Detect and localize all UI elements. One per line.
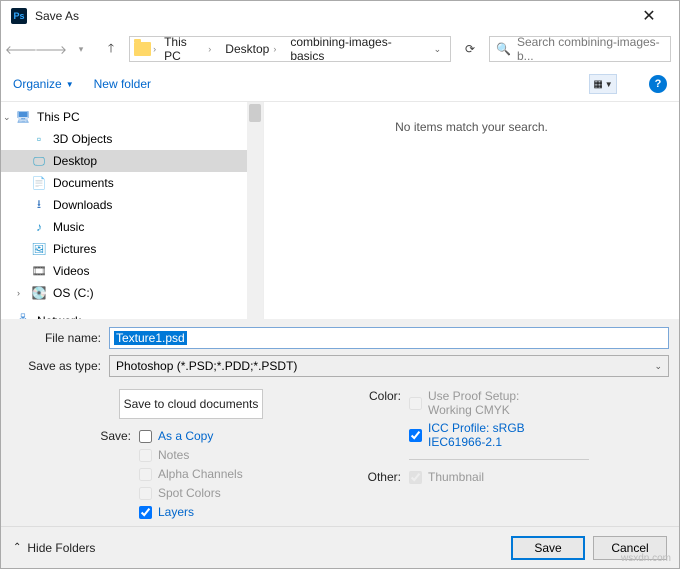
tree-scrollbar[interactable]: [247, 102, 263, 319]
color-label: Color:: [363, 389, 409, 449]
crumb-desktop[interactable]: Desktop›: [219, 37, 282, 61]
tree-osc[interactable]: ›💽OS (C:): [1, 282, 263, 304]
forward-button[interactable]: 🡒: [39, 37, 63, 61]
tree-desktop[interactable]: 🖵Desktop: [1, 150, 263, 172]
window-title: Save As: [35, 9, 629, 23]
save-button[interactable]: Save: [511, 536, 585, 560]
documents-icon: 📄: [31, 175, 47, 191]
search-placeholder: Search combining-images-b...: [517, 35, 664, 63]
folder-tree[interactable]: ⌄🖥This PC ▫3D Objects 🖵Desktop 📄Document…: [1, 102, 263, 319]
type-label: Save as type:: [11, 359, 109, 373]
chevron-right-icon: ›: [3, 316, 6, 319]
tree-documents[interactable]: 📄Documents: [1, 172, 263, 194]
divider: [409, 459, 589, 460]
icc-checkbox[interactable]: ICC Profile: sRGBIEC61966-2.1: [409, 421, 525, 449]
tree-3dobjects[interactable]: ▫3D Objects: [1, 128, 263, 150]
music-icon: ♪: [31, 219, 47, 235]
organize-button[interactable]: Organize▼: [13, 77, 74, 91]
empty-message: No items match your search.: [395, 120, 548, 134]
scrollbar-thumb[interactable]: [249, 104, 261, 122]
help-button[interactable]: ?: [649, 75, 667, 93]
crumb-folder[interactable]: combining-images-basics: [284, 37, 425, 61]
watermark: wsxdn.com: [621, 553, 671, 564]
notes-checkbox[interactable]: Notes: [139, 448, 243, 462]
ascopy-checkbox[interactable]: As a Copy: [139, 429, 243, 443]
tree-music[interactable]: ♪Music: [1, 216, 263, 238]
refresh-button[interactable]: ⟳: [457, 36, 483, 62]
proof-checkbox[interactable]: Use Proof Setup:Working CMYK: [409, 389, 525, 417]
chevron-down-icon: ⌄: [654, 361, 662, 372]
spot-checkbox[interactable]: Spot Colors: [139, 486, 243, 500]
filename-input[interactable]: Texture1.psd: [109, 327, 669, 349]
close-icon[interactable]: ✕: [629, 6, 669, 26]
filename-label: File name:: [11, 331, 109, 345]
tree-downloads[interactable]: ⭳Downloads: [1, 194, 263, 216]
save-cloud-button[interactable]: Save to cloud documents: [119, 389, 263, 419]
photoshop-icon: Ps: [11, 8, 27, 24]
caret-down-icon: ▼: [605, 80, 613, 89]
chevron-down-icon: ⌄: [3, 112, 11, 123]
up-button[interactable]: 🡑: [99, 37, 123, 61]
network-icon: 🖧: [15, 313, 31, 319]
3d-icon: ▫: [31, 131, 47, 147]
back-button[interactable]: 🡐: [9, 37, 33, 61]
other-label: Other:: [363, 470, 409, 484]
caret-down-icon: ▼: [66, 80, 74, 89]
address-dropdown[interactable]: ⌄: [429, 44, 446, 55]
folder-icon: [134, 42, 151, 56]
save-options-label: Save:: [11, 429, 139, 519]
thumbnail-checkbox[interactable]: Thumbnail: [409, 470, 484, 484]
file-list[interactable]: No items match your search.: [263, 102, 679, 319]
view-button[interactable]: ▦▼: [589, 74, 617, 94]
address-bar[interactable]: › This PC› Desktop› combining-images-bas…: [129, 36, 451, 62]
hide-folders-button[interactable]: ⌃Hide Folders: [13, 541, 95, 555]
search-icon: 🔍: [496, 42, 511, 56]
pictures-icon: 🖼: [31, 241, 47, 257]
crumb-thispc[interactable]: This PC›: [158, 37, 217, 61]
disk-icon: 💽: [31, 285, 47, 301]
tree-videos[interactable]: 🎞Videos: [1, 260, 263, 282]
alpha-checkbox[interactable]: Alpha Channels: [139, 467, 243, 481]
search-input[interactable]: 🔍 Search combining-images-b...: [489, 36, 671, 62]
videos-icon: 🎞: [31, 263, 47, 279]
desktop-icon: 🖵: [31, 153, 47, 169]
layers-checkbox[interactable]: Layers: [139, 505, 243, 519]
view-icon: ▦: [593, 79, 602, 90]
chevron-right-icon: ›: [17, 288, 20, 298]
tree-thispc[interactable]: ⌄🖥This PC: [1, 106, 263, 128]
type-select[interactable]: Photoshop (*.PSD;*.PDD;*.PSDT)⌄: [109, 355, 669, 377]
downloads-icon: ⭳: [31, 197, 47, 213]
tree-network[interactable]: ›🖧Network: [1, 310, 263, 319]
pc-icon: 🖥: [15, 109, 31, 125]
newfolder-button[interactable]: New folder: [94, 77, 151, 91]
tree-pictures[interactable]: 🖼Pictures: [1, 238, 263, 260]
chevron-up-icon: ⌃: [13, 542, 21, 553]
recent-dropdown[interactable]: ▾: [69, 37, 93, 61]
